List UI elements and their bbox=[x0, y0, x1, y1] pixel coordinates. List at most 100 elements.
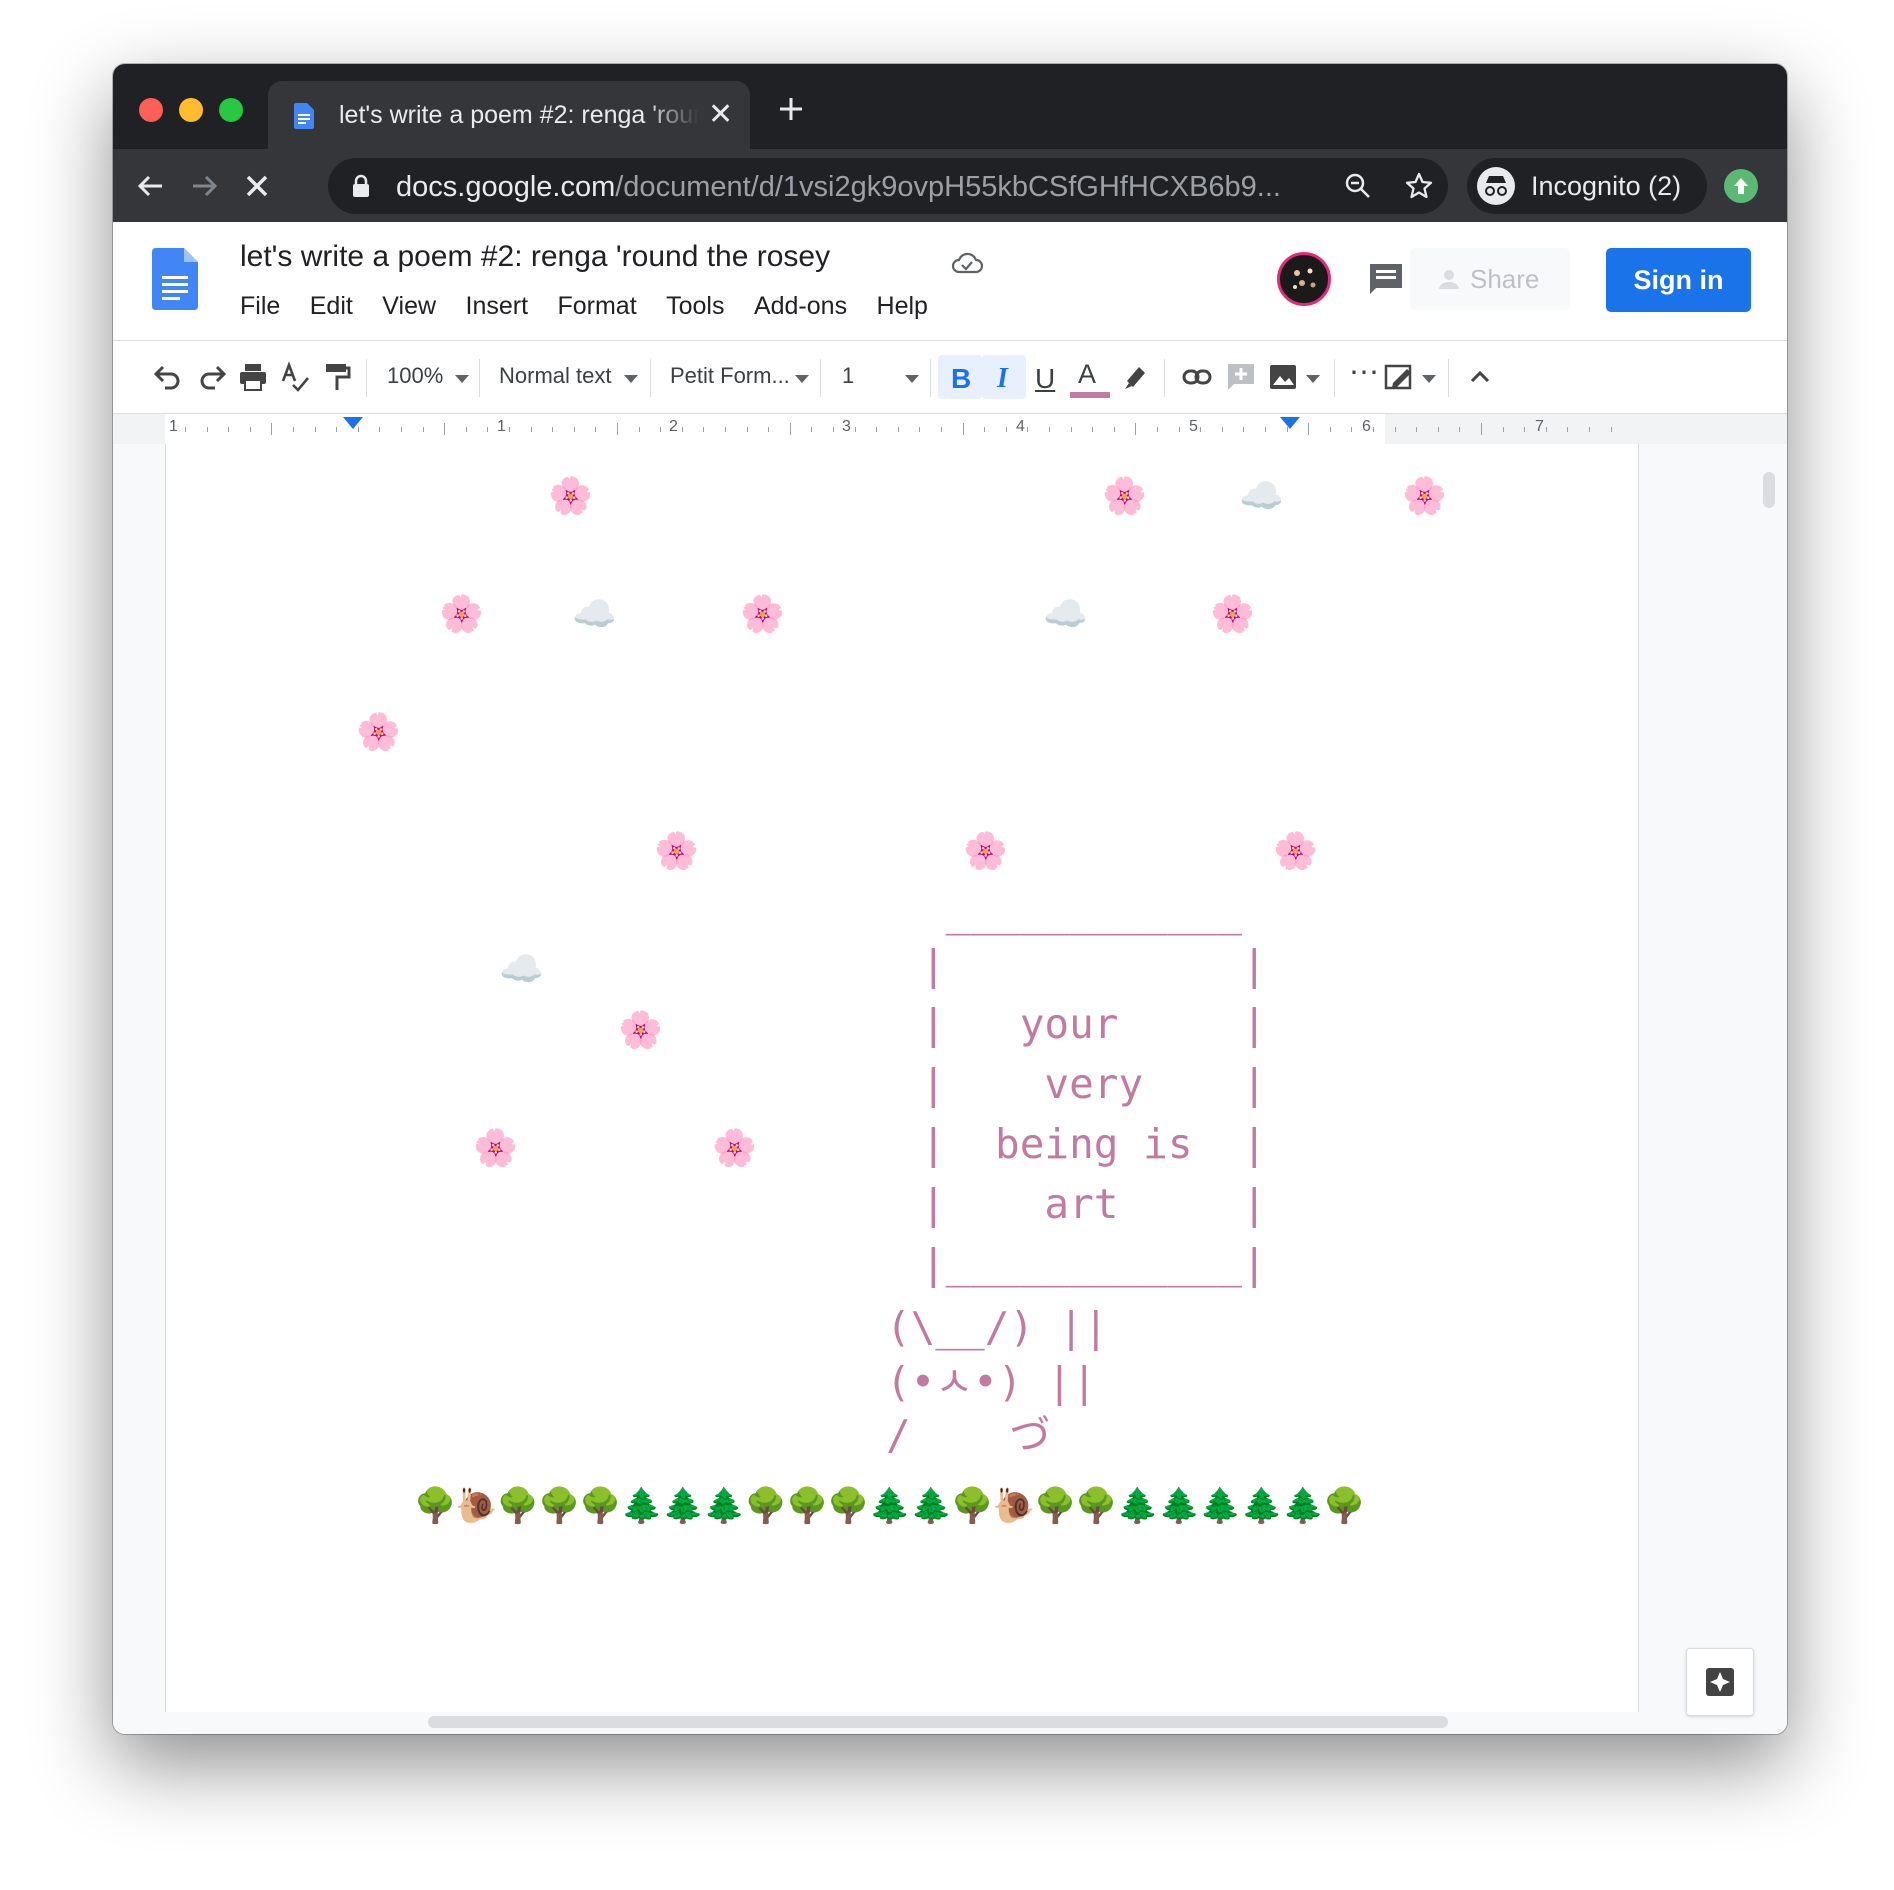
address-bar[interactable]: docs.google.com/document/d/1vsi2gk9ovpH5… bbox=[328, 158, 1448, 214]
more-options-icon[interactable]: ⋯ bbox=[1349, 355, 1379, 390]
ruler-tick bbox=[1135, 423, 1136, 435]
close-window-button[interactable] bbox=[139, 98, 163, 122]
highlight-color-icon[interactable] bbox=[1119, 361, 1151, 393]
browser-tab-active[interactable]: let's write a poem #2: renga 'round the … bbox=[268, 81, 750, 149]
cherry-blossom-emoji: 🌸 bbox=[1402, 475, 1447, 516]
ruler-tick bbox=[1373, 427, 1374, 432]
stop-loading-x-icon[interactable] bbox=[240, 169, 274, 203]
document-page[interactable]: 🌸 🌸 ☁️ 🌸 🌸 ☁️ 🌸 ☁️ 🌸 🌸 🌸 🌸 🌸 ☁️ 🌸 🌸 🌸 ____________ | | | y… bbox=[165, 444, 1639, 1712]
ruler-tick bbox=[1416, 427, 1417, 432]
chevron-down-icon[interactable] bbox=[795, 375, 809, 383]
chevron-down-icon[interactable] bbox=[624, 375, 638, 383]
ruler-tick bbox=[876, 427, 877, 432]
ruler-tick bbox=[552, 427, 553, 432]
italic-icon[interactable]: I bbox=[997, 363, 1008, 395]
ruler-tick bbox=[1049, 427, 1050, 432]
ruler-tick bbox=[1524, 427, 1525, 432]
explore-button[interactable] bbox=[1686, 1648, 1754, 1716]
menu-file[interactable]: File bbox=[240, 292, 280, 321]
tab-strip: let's write a poem #2: renga 'round the … bbox=[113, 64, 1787, 149]
sign-art-line: | being is | bbox=[921, 1120, 1267, 1168]
right-indent-marker[interactable] bbox=[1280, 417, 1300, 429]
ruler-tick bbox=[1157, 427, 1158, 432]
ruler-tick bbox=[1114, 427, 1115, 432]
ruler-tick bbox=[1179, 427, 1180, 432]
editing-mode-icon[interactable] bbox=[1383, 361, 1415, 393]
menu-view[interactable]: View bbox=[382, 292, 436, 321]
paragraph-style-select[interactable]: Normal text bbox=[499, 363, 611, 389]
menu-tools[interactable]: Tools bbox=[666, 292, 724, 321]
ruler-tick bbox=[1308, 423, 1309, 435]
insert-image-icon[interactable] bbox=[1267, 361, 1299, 393]
forward-arrow-icon[interactable] bbox=[187, 169, 221, 203]
vertical-scrollbar[interactable] bbox=[1763, 472, 1775, 508]
ruler-tick bbox=[811, 427, 812, 432]
cherry-blossom-emoji: 🌸 bbox=[439, 593, 484, 634]
menu-format[interactable]: Format bbox=[557, 292, 636, 321]
ruler-tick bbox=[271, 423, 272, 435]
maximize-window-button[interactable] bbox=[219, 98, 243, 122]
menu-insert[interactable]: Insert bbox=[466, 292, 529, 321]
cloud-saved-status-icon[interactable] bbox=[951, 250, 983, 276]
add-comment-icon[interactable] bbox=[1225, 361, 1257, 393]
ruler-tick bbox=[919, 427, 920, 432]
ruler-tick bbox=[1481, 423, 1482, 435]
google-docs-logo-icon[interactable] bbox=[152, 248, 198, 310]
redo-icon[interactable] bbox=[197, 361, 229, 393]
underline-icon[interactable]: U bbox=[1035, 363, 1055, 395]
paint-format-icon[interactable] bbox=[321, 361, 353, 393]
tab-title: let's write a poem #2: renga 'round the … bbox=[339, 101, 699, 129]
insert-link-icon[interactable] bbox=[1181, 361, 1213, 393]
toolbar-divider bbox=[479, 359, 480, 397]
menu-edit[interactable]: Edit bbox=[310, 292, 353, 321]
chevron-down-icon[interactable] bbox=[1306, 375, 1320, 383]
ruler-tick bbox=[531, 427, 532, 432]
tab-close-icon[interactable]: ✕ bbox=[708, 100, 733, 130]
spellcheck-icon[interactable] bbox=[279, 361, 311, 393]
incognito-profile-button[interactable]: Incognito (2) bbox=[1467, 158, 1707, 214]
undo-icon[interactable] bbox=[151, 361, 183, 393]
url-path: /document/d/1vsi2gk9ovpH55kbCSfGHfHCXB6b… bbox=[615, 171, 1281, 203]
horizontal-scrollbar[interactable] bbox=[428, 1716, 1448, 1728]
text-color-icon[interactable]: A bbox=[1078, 359, 1096, 390]
ruler-tick bbox=[487, 427, 488, 432]
menu-help[interactable]: Help bbox=[877, 292, 928, 321]
user-avatar[interactable] bbox=[1277, 252, 1331, 306]
cloud-emoji: ☁️ bbox=[572, 593, 617, 634]
comment-history-icon[interactable] bbox=[1368, 262, 1404, 296]
font-family-select[interactable]: Petit Form... bbox=[670, 363, 790, 389]
new-tab-plus-icon[interactable] bbox=[776, 94, 806, 124]
cherry-blossom-emoji: 🌸 bbox=[618, 1009, 663, 1050]
ruler-label: 2 bbox=[669, 418, 678, 435]
sign-in-button[interactable]: Sign in bbox=[1606, 248, 1751, 312]
bold-icon[interactable]: B bbox=[951, 363, 971, 395]
document-canvas[interactable]: 🌸 🌸 ☁️ 🌸 🌸 ☁️ 🌸 ☁️ 🌸 🌸 🌸 🌸 🌸 ☁️ 🌸 🌸 🌸 ____________ | | | y… bbox=[113, 444, 1787, 1734]
formatting-toolbar: 100% Normal text Petit Form... 1 B I U A bbox=[113, 341, 1787, 413]
toolbar-divider bbox=[820, 359, 821, 397]
cherry-blossom-emoji: 🌸 bbox=[1273, 830, 1318, 871]
zoom-select[interactable]: 100% bbox=[387, 363, 443, 389]
chevron-down-icon[interactable] bbox=[905, 375, 919, 383]
menu-add-ons[interactable]: Add-ons bbox=[754, 292, 847, 321]
minimize-window-button[interactable] bbox=[179, 98, 203, 122]
print-icon[interactable] bbox=[237, 361, 269, 393]
update-available-icon[interactable] bbox=[1724, 169, 1758, 203]
chevron-down-icon[interactable] bbox=[455, 375, 469, 383]
ruler-tick bbox=[401, 427, 402, 432]
cloud-emoji: ☁️ bbox=[1043, 593, 1088, 634]
ruler-tick bbox=[1395, 427, 1396, 432]
back-arrow-icon[interactable] bbox=[134, 169, 168, 203]
share-button[interactable]: Share bbox=[1410, 248, 1570, 310]
sign-art-line: |____________| bbox=[921, 1240, 1267, 1288]
chevron-down-icon[interactable] bbox=[1422, 375, 1436, 383]
horizontal-ruler[interactable]: 1 1 2 3 4 5 6 7 bbox=[113, 413, 1787, 445]
chevron-up-icon[interactable] bbox=[1464, 361, 1496, 393]
font-size-select[interactable]: 1 bbox=[842, 363, 854, 389]
zoom-magnifier-icon[interactable] bbox=[1344, 172, 1372, 200]
ruler-tick bbox=[984, 427, 985, 432]
browser-toolbar: docs.google.com/document/d/1vsi2gk9ovpH5… bbox=[113, 149, 1787, 222]
document-title[interactable]: let's write a poem #2: renga 'round the … bbox=[240, 240, 830, 274]
bookmark-star-icon[interactable] bbox=[1404, 171, 1434, 201]
explore-sparkle-icon bbox=[1706, 1668, 1734, 1696]
left-indent-marker[interactable] bbox=[343, 417, 363, 429]
